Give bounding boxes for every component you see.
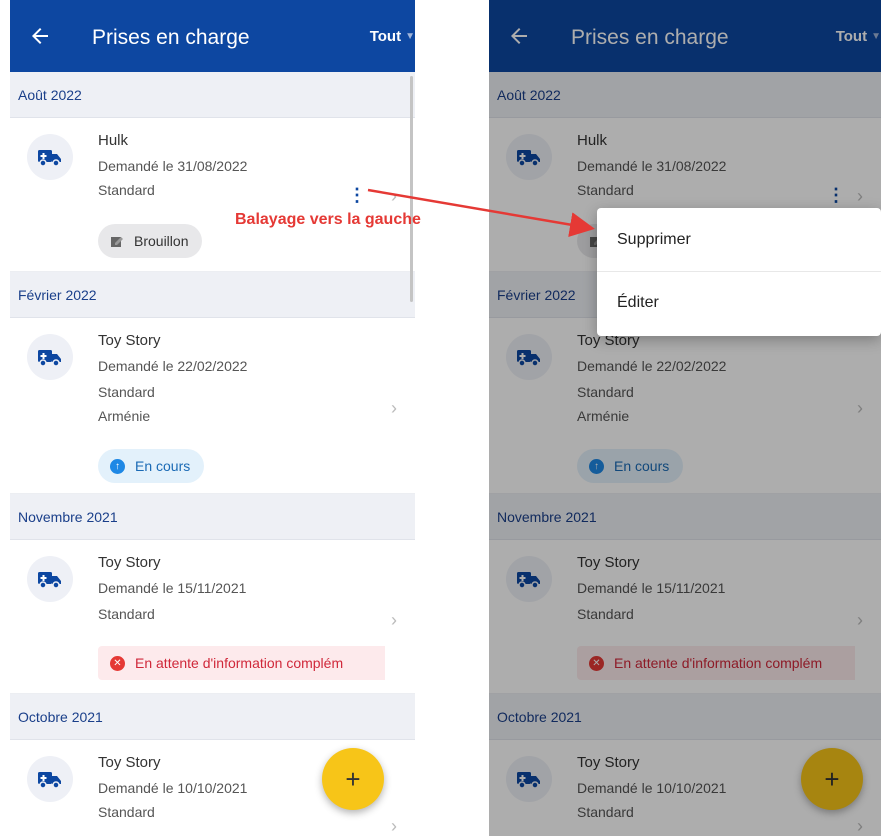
- item-request-date: Demandé le 22/02/2022: [577, 358, 727, 374]
- item-request-date: Demandé le 31/08/2022: [98, 158, 248, 174]
- item-title: Toy Story: [577, 754, 640, 771]
- month-header: Octobre 2021: [489, 694, 881, 740]
- status-label: En cours: [135, 458, 191, 474]
- phone-screen-before: Prises en charge Tout ▼ Août 2022 Hulk D…: [10, 0, 415, 836]
- arrow-left-icon[interactable]: [507, 24, 531, 48]
- chevron-right-icon: ›: [857, 816, 863, 836]
- item-title: Hulk: [577, 132, 608, 149]
- month-header: Août 2022: [10, 72, 415, 118]
- item-title: Toy Story: [98, 754, 161, 771]
- item-type: Standard: [577, 606, 634, 622]
- item-country: Arménie: [577, 408, 630, 424]
- month-header: Novembre 2021: [10, 494, 415, 540]
- chevron-right-icon: ›: [857, 398, 863, 418]
- error-circle-icon: ✕: [589, 655, 604, 671]
- chevron-right-icon: ›: [391, 398, 397, 418]
- page-title: Prises en charge: [571, 26, 729, 49]
- error-circle-icon: ✕: [110, 655, 125, 671]
- request-list: Août 2022 Hulk Demandé le 31/08/2022 Sta…: [10, 72, 415, 836]
- scrollbar[interactable]: [410, 76, 413, 302]
- ambulance-icon: [506, 334, 552, 380]
- status-badge: ✕ En attente d'information complém: [98, 646, 385, 680]
- filter-dropdown[interactable]: Tout ▼: [836, 28, 881, 45]
- item-type: Standard: [577, 384, 634, 400]
- ambulance-icon: [27, 334, 73, 380]
- list-item[interactable]: Toy Story Demandé le 22/02/2022 Standard…: [10, 318, 415, 494]
- item-type: Standard: [577, 804, 634, 820]
- page-title: Prises en charge: [92, 26, 250, 49]
- ambulance-icon: [27, 134, 73, 180]
- item-country: Arménie: [98, 408, 151, 424]
- menu-item-edit[interactable]: Éditer: [597, 271, 881, 334]
- arrow-up-circle-icon: ↑: [589, 458, 604, 474]
- menu-item-delete[interactable]: Supprimer: [597, 208, 881, 271]
- item-title: Hulk: [98, 132, 129, 149]
- item-title: Toy Story: [98, 554, 161, 571]
- status-badge: ↑ En cours: [577, 449, 684, 483]
- caret-down-icon: ▼: [871, 31, 881, 42]
- filter-label: Tout: [369, 28, 402, 45]
- ambulance-icon: [506, 756, 552, 802]
- arrow-up-circle-icon: ↑: [110, 458, 125, 474]
- item-request-date: Demandé le 10/10/2021: [577, 780, 727, 796]
- kebab-icon[interactable]: ⋮: [348, 186, 366, 204]
- arrow-left-icon[interactable]: [28, 24, 52, 48]
- ambulance-icon: [27, 756, 73, 802]
- item-request-date: Demandé le 10/10/2021: [98, 780, 248, 796]
- item-type: Standard: [98, 804, 155, 820]
- filter-label: Tout: [835, 28, 868, 45]
- add-button[interactable]: +: [322, 748, 384, 810]
- status-label: En attente d'information complém: [614, 655, 823, 671]
- list-item[interactable]: Toy Story Demandé le 22/02/2022 Standard…: [489, 318, 881, 494]
- month-header: Novembre 2021: [489, 494, 881, 540]
- draft-icon: [111, 237, 123, 247]
- item-request-date: Demandé le 22/02/2022: [98, 358, 248, 374]
- phone-screen-after: Prises en charge Tout ▼ Août 2022 Hulk D…: [489, 0, 881, 836]
- item-request-date: Demandé le 15/11/2021: [577, 580, 726, 596]
- ambulance-icon: [506, 556, 552, 602]
- kebab-icon[interactable]: ⋮: [827, 186, 845, 204]
- status-label: Brouillon: [134, 233, 189, 249]
- list-item[interactable]: Toy Story Demandé le 15/11/2021 Standard…: [10, 540, 415, 694]
- context-menu: Supprimer Éditer: [597, 208, 881, 336]
- add-button[interactable]: +: [801, 748, 863, 810]
- month-header: Octobre 2021: [10, 694, 415, 740]
- chevron-right-icon: ›: [391, 610, 397, 630]
- status-badge: ✕ En attente d'information complém: [577, 646, 855, 680]
- item-type: Standard: [98, 606, 155, 622]
- item-type: Standard: [98, 182, 155, 198]
- month-header: Août 2022: [489, 72, 881, 118]
- item-type: Standard: [98, 384, 155, 400]
- item-title: Toy Story: [577, 554, 640, 571]
- status-label: En attente d'information complém: [135, 655, 344, 671]
- ambulance-icon: [506, 134, 552, 180]
- chevron-right-icon: ›: [857, 186, 863, 206]
- filter-dropdown[interactable]: Tout ▼: [370, 28, 415, 45]
- list-item[interactable]: Hulk Demandé le 31/08/2022 Standard ⋮ › …: [10, 118, 415, 272]
- chevron-right-icon: ›: [857, 610, 863, 630]
- item-request-date: Demandé le 31/08/2022: [577, 158, 727, 174]
- status-label: En cours: [614, 458, 670, 474]
- caret-down-icon: ▼: [405, 31, 415, 42]
- chevron-right-icon: ›: [391, 186, 397, 206]
- annotation-label: Balayage vers la gauche: [235, 211, 421, 228]
- month-header: Février 2022: [10, 272, 415, 318]
- app-bar: Prises en charge Tout ▼: [489, 0, 881, 72]
- status-badge: Brouillon: [98, 224, 203, 258]
- status-badge: ↑ En cours: [98, 449, 205, 483]
- request-list: Août 2022 Hulk Demandé le 31/08/2022 Sta…: [489, 72, 881, 836]
- app-bar: Prises en charge Tout ▼: [10, 0, 415, 72]
- item-type: Standard: [577, 182, 634, 198]
- list-item[interactable]: Toy Story Demandé le 15/11/2021 Standard…: [489, 540, 881, 694]
- item-title: Toy Story: [98, 332, 161, 349]
- item-request-date: Demandé le 15/11/2021: [98, 580, 247, 596]
- ambulance-icon: [27, 556, 73, 602]
- chevron-right-icon: ›: [391, 816, 397, 836]
